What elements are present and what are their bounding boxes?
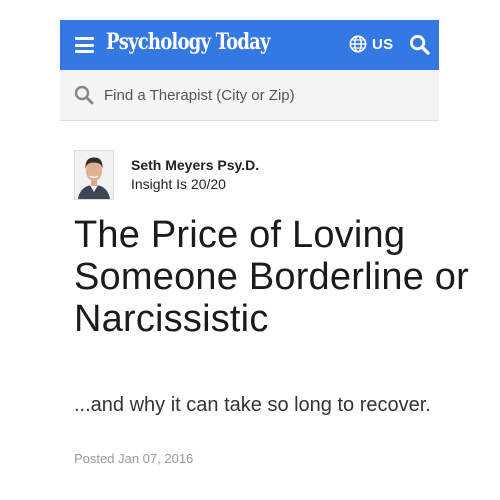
- posted-date: Jan 07, 2016: [118, 451, 194, 466]
- therapist-search-bar: [60, 70, 439, 121]
- posted-label: Posted: [74, 451, 115, 466]
- globe-icon: [349, 35, 367, 53]
- article-title: The Price of Loving Someone Borderline o…: [74, 214, 469, 340]
- article-subtitle: ...and why it can take so long to recove…: [74, 394, 431, 416]
- region-label: US: [372, 35, 394, 53]
- therapist-search-input[interactable]: [104, 82, 424, 108]
- search-icon: [74, 85, 94, 105]
- blog-name[interactable]: Insight Is 20/20: [131, 176, 226, 192]
- hamburger-icon: [75, 37, 94, 40]
- site-header: Psychology Today US: [60, 20, 439, 70]
- site-logo[interactable]: Psychology Today: [106, 29, 270, 55]
- author-photo: [75, 151, 113, 199]
- page-frame: Psychology Today US: [60, 20, 439, 121]
- menu-button[interactable]: [75, 37, 94, 53]
- author-avatar[interactable]: [74, 150, 114, 200]
- region-selector[interactable]: US: [349, 35, 393, 53]
- post-date: Posted Jan 07, 2016: [74, 451, 193, 466]
- author-name[interactable]: Seth Meyers Psy.D.: [131, 157, 259, 173]
- search-icon[interactable]: [409, 34, 430, 55]
